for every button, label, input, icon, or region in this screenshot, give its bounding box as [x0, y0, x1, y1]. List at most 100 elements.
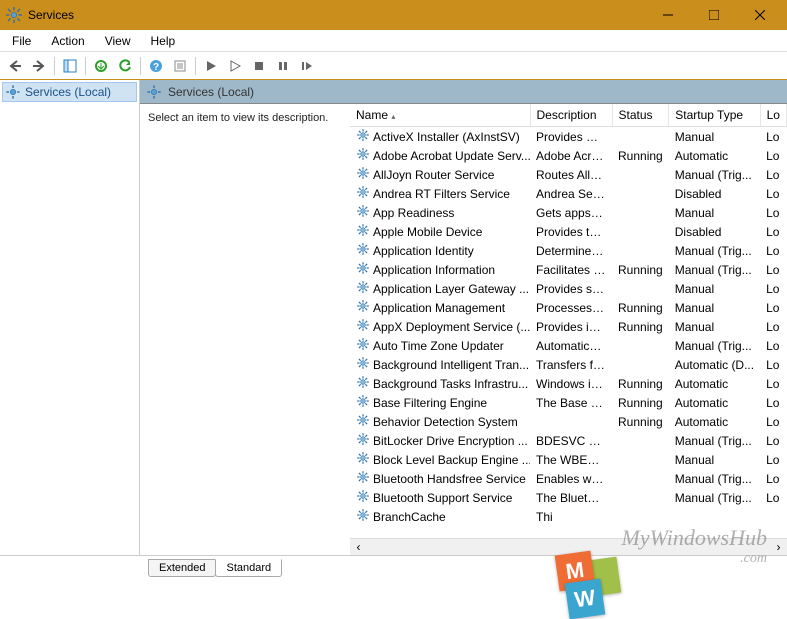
toolbar-separator	[85, 57, 86, 75]
service-status	[612, 203, 669, 222]
start-service-alt-button[interactable]	[224, 55, 246, 77]
title-bar: Services	[0, 0, 787, 30]
menu-help[interactable]: Help	[143, 32, 184, 50]
table-row[interactable]: Apple Mobile DeviceProvides th...Disable…	[350, 222, 787, 241]
properties-button[interactable]	[169, 55, 191, 77]
forward-button[interactable]	[28, 55, 50, 77]
service-startup: Automatic	[669, 393, 760, 412]
service-icon	[356, 204, 370, 221]
service-logon: Lo	[760, 374, 786, 393]
restart-service-button[interactable]	[296, 55, 318, 77]
service-status	[612, 431, 669, 450]
table-row[interactable]: BranchCacheThi	[350, 507, 787, 526]
service-logon: Lo	[760, 431, 786, 450]
service-logon: Lo	[760, 279, 786, 298]
service-name: Andrea RT Filters Service	[373, 187, 510, 201]
table-row[interactable]: BitLocker Drive Encryption ...BDESVC hos…	[350, 431, 787, 450]
column-header-startup[interactable]: Startup Type	[669, 104, 760, 127]
service-logon: Lo	[760, 488, 786, 507]
service-name: Adobe Acrobat Update Serv...	[373, 149, 530, 163]
table-row[interactable]: Application ManagementProcesses in...Run…	[350, 298, 787, 317]
service-logon: Lo	[760, 241, 786, 260]
service-startup: Manual	[669, 127, 760, 147]
stop-service-button[interactable]	[248, 55, 270, 77]
column-header-status[interactable]: Status	[612, 104, 669, 127]
service-icon	[356, 432, 370, 449]
service-logon: Lo	[760, 222, 786, 241]
service-description: Routes AllJo...	[530, 165, 612, 184]
refresh-button[interactable]	[114, 55, 136, 77]
service-status	[612, 127, 669, 147]
menu-view[interactable]: View	[97, 32, 139, 50]
service-status: Running	[612, 260, 669, 279]
toolbar-separator	[195, 57, 196, 75]
table-row[interactable]: Bluetooth Handsfree ServiceEnables wir..…	[350, 469, 787, 488]
service-logon: Lo	[760, 469, 786, 488]
service-icon	[356, 261, 370, 278]
service-status	[612, 355, 669, 374]
scroll-left-button[interactable]: ‹	[350, 539, 367, 556]
table-row[interactable]: Behavior Detection SystemRunningAutomati…	[350, 412, 787, 431]
service-description: Transfers fil...	[530, 355, 612, 374]
table-row[interactable]: Application InformationFacilitates t...R…	[350, 260, 787, 279]
service-icon	[356, 242, 370, 259]
column-header-name[interactable]: Name ▴	[350, 104, 530, 127]
tab-standard[interactable]: Standard	[215, 559, 282, 577]
service-icon	[356, 394, 370, 411]
help-button[interactable]: ?	[145, 55, 167, 77]
service-name: Behavior Detection System	[373, 415, 518, 429]
table-row[interactable]: Base Filtering EngineThe Base Fil...Runn…	[350, 393, 787, 412]
table-row[interactable]: AppX Deployment Service (...Provides inf…	[350, 317, 787, 336]
table-row[interactable]: Adobe Acrobat Update Serv...Adobe Acro..…	[350, 146, 787, 165]
sort-asc-icon: ▴	[391, 112, 395, 121]
table-row[interactable]: App ReadinessGets apps re...ManualLo	[350, 203, 787, 222]
table-row[interactable]: Application Layer Gateway ...Provides su…	[350, 279, 787, 298]
menu-bar: File Action View Help	[0, 30, 787, 52]
pause-service-button[interactable]	[272, 55, 294, 77]
service-startup: Manual (Trig...	[669, 469, 760, 488]
sidebar-item-services-local[interactable]: Services (Local)	[2, 82, 137, 102]
start-service-button[interactable]	[200, 55, 222, 77]
back-button[interactable]	[4, 55, 26, 77]
menu-action[interactable]: Action	[43, 32, 92, 50]
service-description: Thi	[530, 507, 612, 526]
table-row[interactable]: Background Tasks Infrastru...Windows in.…	[350, 374, 787, 393]
service-name: Auto Time Zone Updater	[373, 339, 504, 353]
maximize-button[interactable]	[691, 0, 737, 30]
main-area: Services (Local) Services (Local) Select…	[0, 80, 787, 555]
table-row[interactable]: ActiveX Installer (AxInstSV)Provides Us.…	[350, 127, 787, 147]
service-logon: Lo	[760, 203, 786, 222]
column-header-description[interactable]: Description	[530, 104, 612, 127]
table-row[interactable]: Application IdentityDetermines ...Manual…	[350, 241, 787, 260]
service-logon: Lo	[760, 355, 786, 374]
menu-file[interactable]: File	[4, 32, 39, 50]
service-logon: Lo	[760, 184, 786, 203]
service-startup: Manual (Trig...	[669, 431, 760, 450]
table-row[interactable]: AllJoyn Router ServiceRoutes AllJo...Man…	[350, 165, 787, 184]
column-header-logon[interactable]: Lo	[760, 104, 786, 127]
service-startup: Automatic	[669, 146, 760, 165]
horizontal-scrollbar[interactable]: ‹ ›	[350, 538, 787, 555]
service-name: ActiveX Installer (AxInstSV)	[373, 130, 520, 144]
tab-extended[interactable]: Extended	[148, 559, 216, 577]
show-hide-tree-button[interactable]	[59, 55, 81, 77]
close-button[interactable]	[737, 0, 783, 30]
sidebar: Services (Local)	[0, 80, 140, 555]
service-icon	[356, 413, 370, 430]
service-name: Application Management	[373, 301, 505, 315]
service-status	[612, 165, 669, 184]
minimize-button[interactable]	[645, 0, 691, 30]
service-logon: Lo	[760, 165, 786, 184]
service-startup: Manual	[669, 298, 760, 317]
service-description: Windows in...	[530, 374, 612, 393]
table-row[interactable]: Block Level Backup Engine ...The WBENG..…	[350, 450, 787, 469]
table-row[interactable]: Auto Time Zone UpdaterAutomatica...Manua…	[350, 336, 787, 355]
scroll-right-button[interactable]: ›	[770, 539, 787, 556]
table-row[interactable]: Background Intelligent Tran...Transfers …	[350, 355, 787, 374]
export-button[interactable]	[90, 55, 112, 77]
table-row[interactable]: Bluetooth Support ServiceThe Bluetoo...M…	[350, 488, 787, 507]
scroll-track[interactable]	[367, 539, 770, 556]
service-description: Enables wir...	[530, 469, 612, 488]
table-row[interactable]: Andrea RT Filters ServiceAndrea Serv...D…	[350, 184, 787, 203]
service-description: Facilitates t...	[530, 260, 612, 279]
